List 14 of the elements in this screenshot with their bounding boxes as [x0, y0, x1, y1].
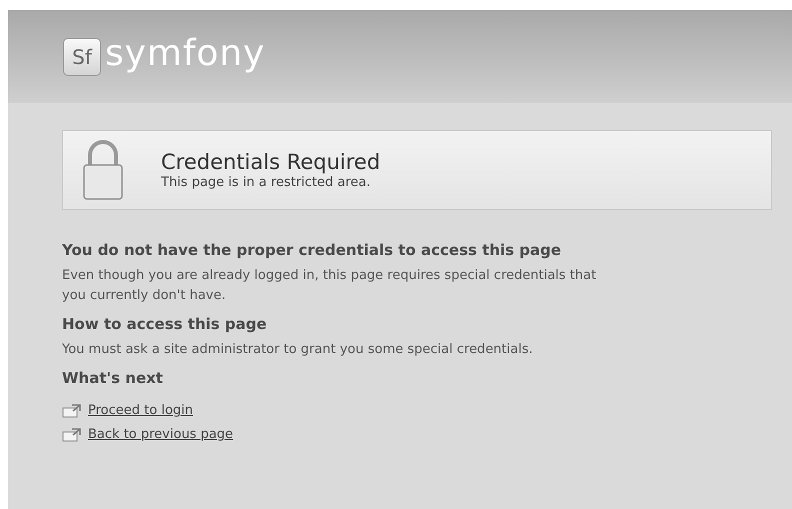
notice-title: Credentials Required	[161, 149, 380, 175]
section-text: You must ask a site administrator to grant you some special credentials.	[62, 341, 534, 359]
notice-subtitle: This page is in a restricted area.	[161, 175, 372, 191]
page-link[interactable]: Back to previous page	[88, 426, 234, 444]
section-heading: What's next	[62, 368, 164, 388]
window-link-icon	[62, 428, 82, 442]
logo-wordmark: symfony	[105, 36, 266, 72]
section-heading: You do not have the proper credentials to access this page	[62, 240, 562, 260]
section-text: Even though you are already logged in, this page requires special credentials that you currently don't have.	[62, 267, 598, 305]
padlock-icon	[83, 139, 123, 201]
logo-badge: Sf	[63, 38, 101, 76]
section-heading: How to access this page	[62, 314, 268, 334]
window-link-icon	[62, 404, 82, 418]
page-link[interactable]: Proceed to login	[88, 402, 194, 420]
